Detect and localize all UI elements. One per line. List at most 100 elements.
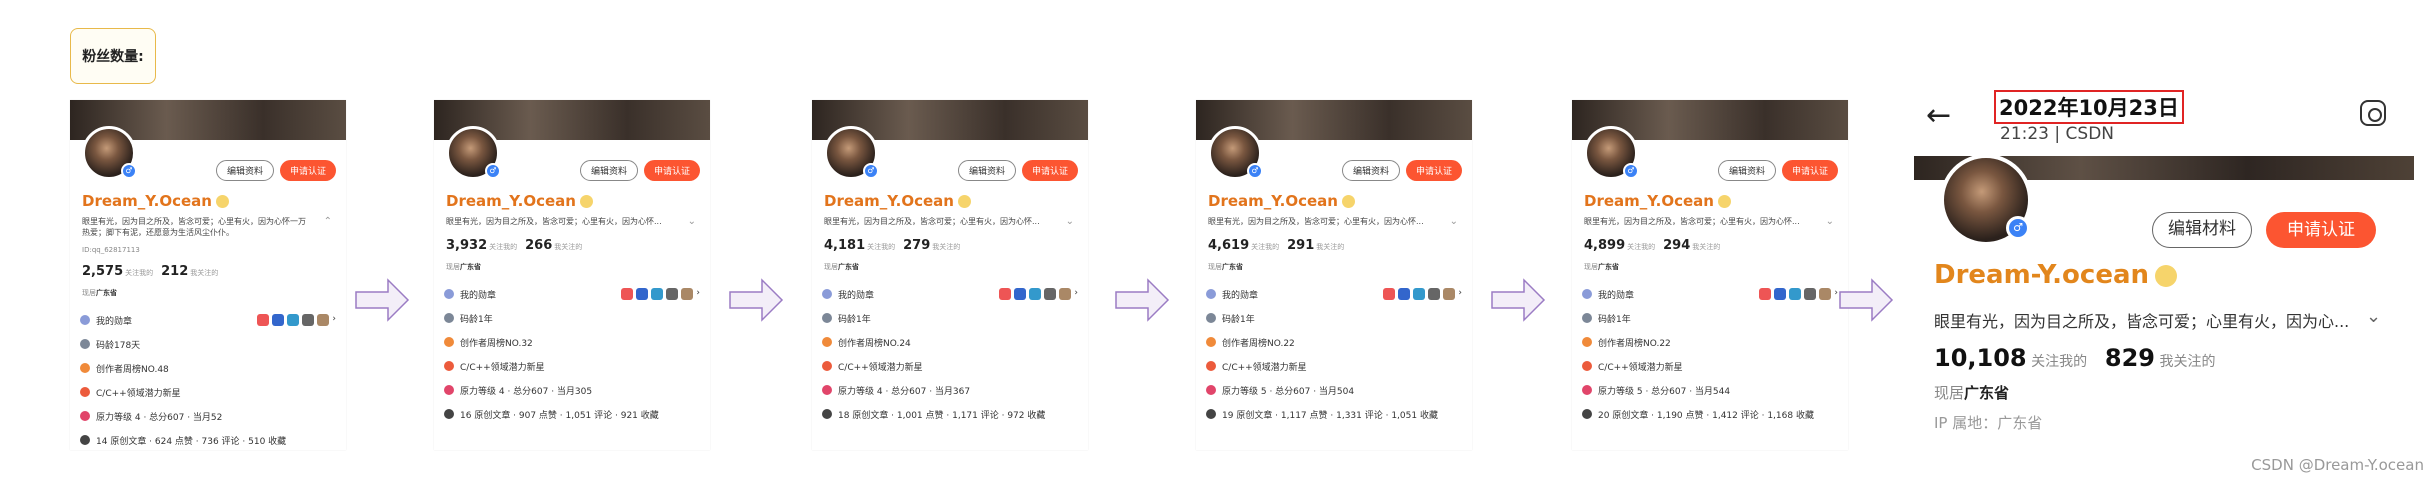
badge-list: › [621, 288, 700, 300]
gender-male-icon: ♂ [1623, 163, 1639, 179]
medal-row[interactable]: 我的勋章 › [80, 308, 336, 332]
location-prefix: 现居 [446, 263, 460, 271]
badge-icon [1443, 288, 1456, 300]
chevron-down-icon[interactable]: ⌄ [688, 216, 696, 227]
edit-profile-button[interactable]: 编辑资料 [215, 160, 274, 181]
fans-label: 关注我的 [125, 269, 154, 277]
badge-icon [1383, 288, 1396, 300]
fans-count-label: 粉丝数量: [70, 28, 156, 84]
new-star-text: C/C++领域潜力新星 [460, 362, 545, 373]
achievement-list: 我的勋章 › 码龄178天 创作者周榜NO.48 C/C++领域潜力新星 原力等级 4 ·… [80, 308, 336, 450]
edit-profile-button[interactable]: 编辑资料 [1717, 160, 1776, 181]
following-count[interactable]: 294 [1663, 238, 1690, 253]
following-count[interactable]: 291 [1287, 238, 1314, 253]
code-age-text: 码龄1年 [838, 314, 871, 325]
chevron-right-icon[interactable]: › [1074, 288, 1078, 300]
scan-icon[interactable] [2360, 100, 2386, 126]
article-stats-icon [1206, 409, 1216, 419]
apply-certification-button[interactable]: 申请认证 [2266, 212, 2376, 248]
fans-count[interactable]: 10,108 [1934, 344, 2027, 372]
fans-count[interactable]: 4,181 [824, 238, 865, 253]
chevron-down-icon[interactable]: ⌄ [1826, 216, 1834, 227]
location-prefix: 现居 [82, 289, 96, 297]
username-text: Dream_Y.Ocean [446, 192, 576, 210]
force-level-text: 原力等级 5 · 总分607 · 当月544 [1598, 386, 1731, 397]
follow-stats: 2,575 关注我的 212 我关注的 [82, 264, 226, 279]
medal-row-icon [822, 289, 832, 299]
chevron-down-icon[interactable]: ⌄ [2366, 306, 2381, 327]
fans-count[interactable]: 4,899 [1584, 238, 1625, 253]
location: 现居广东省 [1584, 262, 1619, 272]
profile-card: ♂ 编辑资料 申请认证 Dream_Y.Ocean 眼里有光，因为目之所及，皆念可爱；心… [434, 100, 710, 450]
avatar[interactable]: ♂ [824, 126, 879, 180]
edit-profile-button[interactable]: 编辑资料 [579, 160, 638, 181]
article-stats-row: 18 原创文章 · 1,001 点赞 · 1,171 评论 · 972 收藏 [822, 402, 1078, 426]
apply-certification-button[interactable]: 申请认证 [643, 160, 700, 181]
avatar[interactable]: ♂ [446, 126, 501, 180]
location-value: 广东省 [1222, 263, 1243, 271]
achievement-list: 我的勋章 › 码龄1年创作者周榜NO.22 C/C++领域潜力新星原力等级 5 · 总… [1582, 282, 1838, 426]
chevron-right-icon[interactable]: › [332, 314, 336, 326]
username: Dream-Y.ocean [1934, 260, 2178, 290]
badge-icon [302, 314, 315, 326]
right-arrow-icon [1115, 278, 1170, 322]
medal-row[interactable]: 我的勋章 › [444, 282, 700, 306]
medal-row[interactable]: 我的勋章 › [1582, 282, 1838, 306]
badge-icon [666, 288, 679, 300]
avatar[interactable]: ♂ [1208, 126, 1263, 180]
following-count[interactable]: 829 [2105, 344, 2155, 372]
chevron-down-icon[interactable]: ⌃ [324, 216, 332, 227]
chevron-down-icon[interactable]: ⌄ [1450, 216, 1458, 227]
force-level-row: 原力等级 4 · 总分607 · 当月367 [822, 378, 1078, 402]
edit-profile-button[interactable]: 编辑资料 [1341, 160, 1400, 181]
ip-location: IP 属地：广东省 [1934, 414, 2043, 432]
apply-certification-button[interactable]: 申请认证 [1021, 160, 1078, 181]
following-count[interactable]: 266 [525, 238, 552, 253]
badge-icon [999, 288, 1012, 300]
code-age-row: 码龄1年 [1582, 306, 1838, 330]
new-star-icon [1582, 361, 1592, 371]
new-star-row: C/C++领域潜力新星 [1582, 354, 1838, 378]
location-prefix: 现居 [1584, 263, 1598, 271]
badge-icon [1044, 288, 1057, 300]
new-star-text: C/C++领域潜力新星 [96, 388, 181, 399]
follow-stats: 10,108 关注我的 829 我关注的 [1934, 344, 2215, 372]
fans-count[interactable]: 3,932 [446, 238, 487, 253]
fans-count[interactable]: 2,575 [82, 264, 123, 279]
medal-row[interactable]: 我的勋章 › [822, 282, 1078, 306]
highlighted-date: 2022年10月23日 [1994, 90, 2184, 124]
apply-certification-button[interactable]: 申请认证 [279, 160, 336, 181]
back-arrow-icon[interactable]: ← [1926, 98, 1951, 133]
avatar[interactable]: ♂ [82, 126, 137, 180]
following-count[interactable]: 279 [903, 238, 930, 253]
following-count[interactable]: 212 [161, 264, 188, 279]
avatar[interactable]: ♂ [1584, 126, 1639, 180]
badge-icon [317, 314, 330, 326]
avatar[interactable]: ♂ [1940, 154, 2032, 246]
location-prefix: 现居 [824, 263, 838, 271]
fans-count[interactable]: 4,619 [1208, 238, 1249, 253]
chevron-down-icon[interactable]: ⌄ [1066, 216, 1074, 227]
badge-list: › [1383, 288, 1462, 300]
apply-certification-button[interactable]: 申请认证 [1405, 160, 1462, 181]
edit-profile-button[interactable]: 编辑材料 [2152, 212, 2252, 248]
weekly-ranking-row: 创作者周榜NO.22 [1582, 330, 1838, 354]
chevron-right-icon[interactable]: › [696, 288, 700, 300]
apply-certification-button[interactable]: 申请认证 [1781, 160, 1838, 181]
bio-text: 眼里有光，因为目之所及，皆念可爱；心里有火，因为心怀一万热爱；脚下有泥，还愿意为… [82, 217, 306, 237]
edit-profile-button[interactable]: 编辑资料 [957, 160, 1016, 181]
medal-icon [1341, 195, 1355, 208]
force-level-icon [1582, 385, 1592, 395]
badge-icon [1789, 288, 1802, 300]
chevron-right-icon[interactable]: › [1458, 288, 1462, 300]
weekly-ranking-row: 创作者周榜NO.22 [1206, 330, 1462, 354]
new-star-row: C/C++领域潜力新星 [822, 354, 1078, 378]
weekly-ranking-text: 创作者周榜NO.22 [1598, 338, 1671, 349]
location-value: 广东省 [1964, 384, 2010, 402]
following-label: 我关注的 [1692, 243, 1721, 251]
fans-label: 关注我的 [2031, 354, 2088, 370]
medal-row[interactable]: 我的勋章 › [1206, 282, 1462, 306]
code-age-icon [822, 313, 832, 323]
weekly-ranking-row: 创作者周榜NO.48 [80, 356, 336, 380]
medal-icon [579, 195, 593, 208]
